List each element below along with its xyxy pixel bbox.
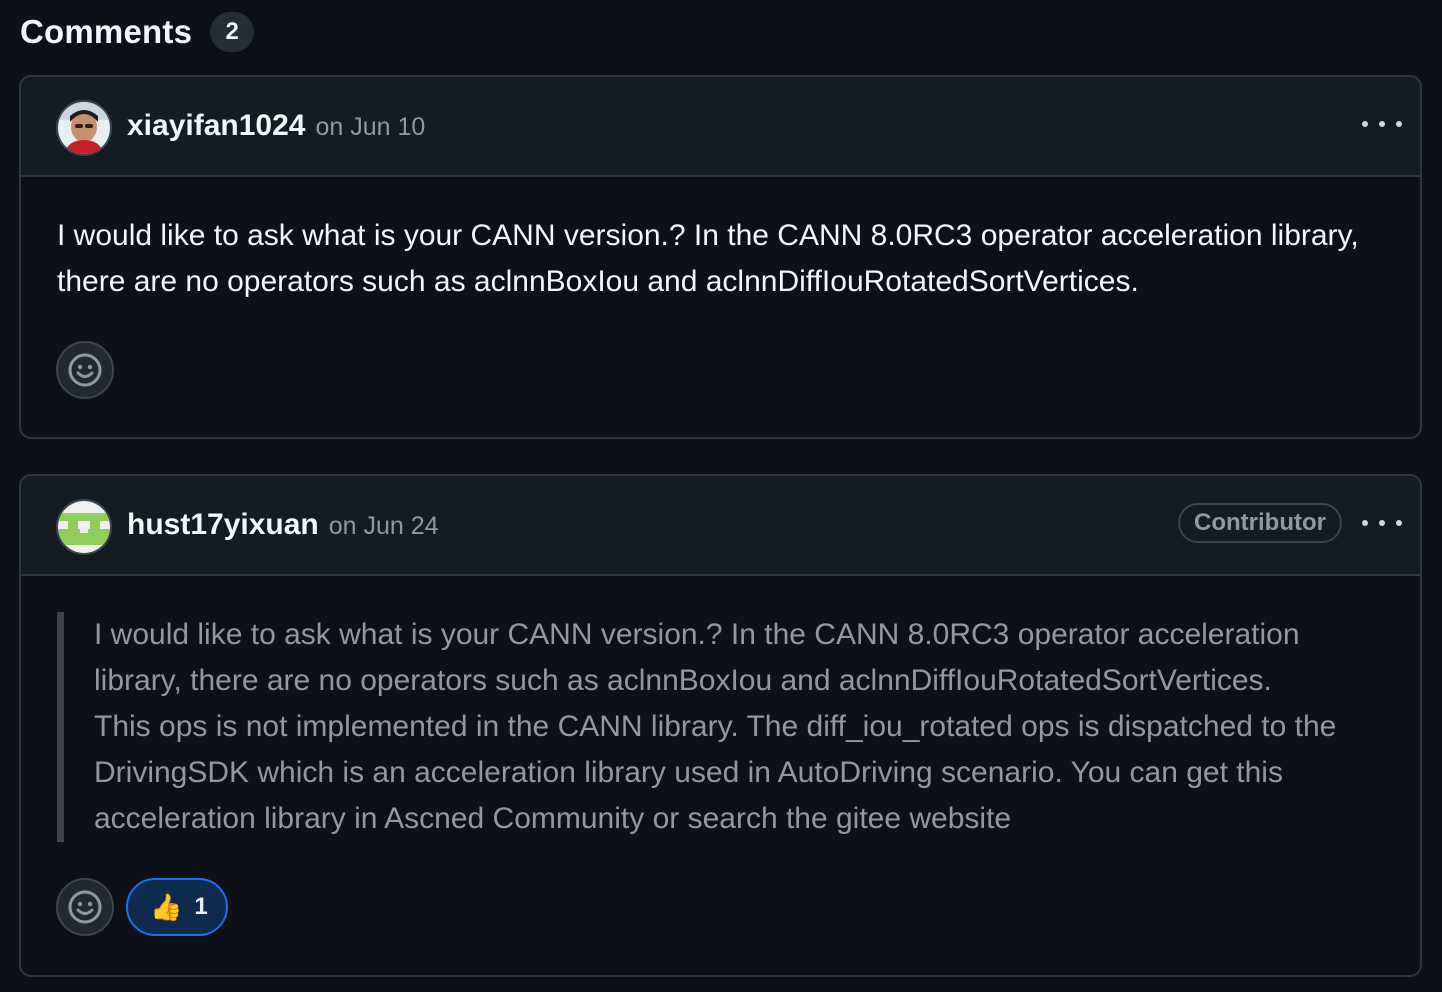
comment-card: xiayifan1024 on Jun 10 I would like to a… [19, 75, 1422, 439]
add-reaction-button[interactable] [56, 878, 114, 936]
kebab-icon[interactable] [1362, 506, 1402, 540]
comment-date-link[interactable]: on Jun 24 [329, 512, 439, 541]
comments-header: Comments 2 [20, 10, 255, 54]
comment-date-link[interactable]: on Jun 10 [315, 113, 425, 142]
kebab-icon[interactable] [1362, 107, 1402, 141]
comment-header: hust17yixuan on Jun 24 Contributor [21, 476, 1420, 576]
comments-count-badge: 2 [210, 12, 255, 52]
comments-title: Comments [20, 13, 193, 50]
quoted-reply: I would like to ask what is your CANN ve… [57, 612, 1377, 842]
reaction-count: 1 [194, 893, 208, 920]
reactions-bar: 👍 1 [56, 878, 228, 936]
contributor-badge: Contributor [1178, 503, 1342, 543]
comment-author-link[interactable]: xiayifan1024 [127, 109, 305, 143]
author-line: xiayifan1024 on Jun 10 [127, 109, 425, 143]
smiley-icon [68, 353, 102, 387]
comment-author-link[interactable]: hust17yixuan [127, 508, 319, 542]
author-line: hust17yixuan on Jun 24 [127, 508, 439, 542]
thumbs-up-reaction-button[interactable]: 👍 1 [126, 878, 228, 936]
smiley-icon [68, 890, 102, 924]
reactions-bar [56, 341, 114, 399]
reply-text: This ops is not implemented in the CANN … [94, 710, 1337, 835]
quoted-text: I would like to ask what is your CANN ve… [94, 618, 1300, 697]
comment-body: I would like to ask what is your CANN ve… [57, 219, 1359, 298]
user-photo-avatar[interactable] [56, 100, 112, 156]
comment-header: xiayifan1024 on Jun 10 [21, 77, 1420, 177]
add-reaction-button[interactable] [56, 341, 114, 399]
identicon-avatar[interactable] [56, 499, 112, 555]
comment-card: hust17yixuan on Jun 24 Contributor I wou… [19, 474, 1422, 977]
thumbs-up-icon: 👍 [150, 892, 183, 922]
